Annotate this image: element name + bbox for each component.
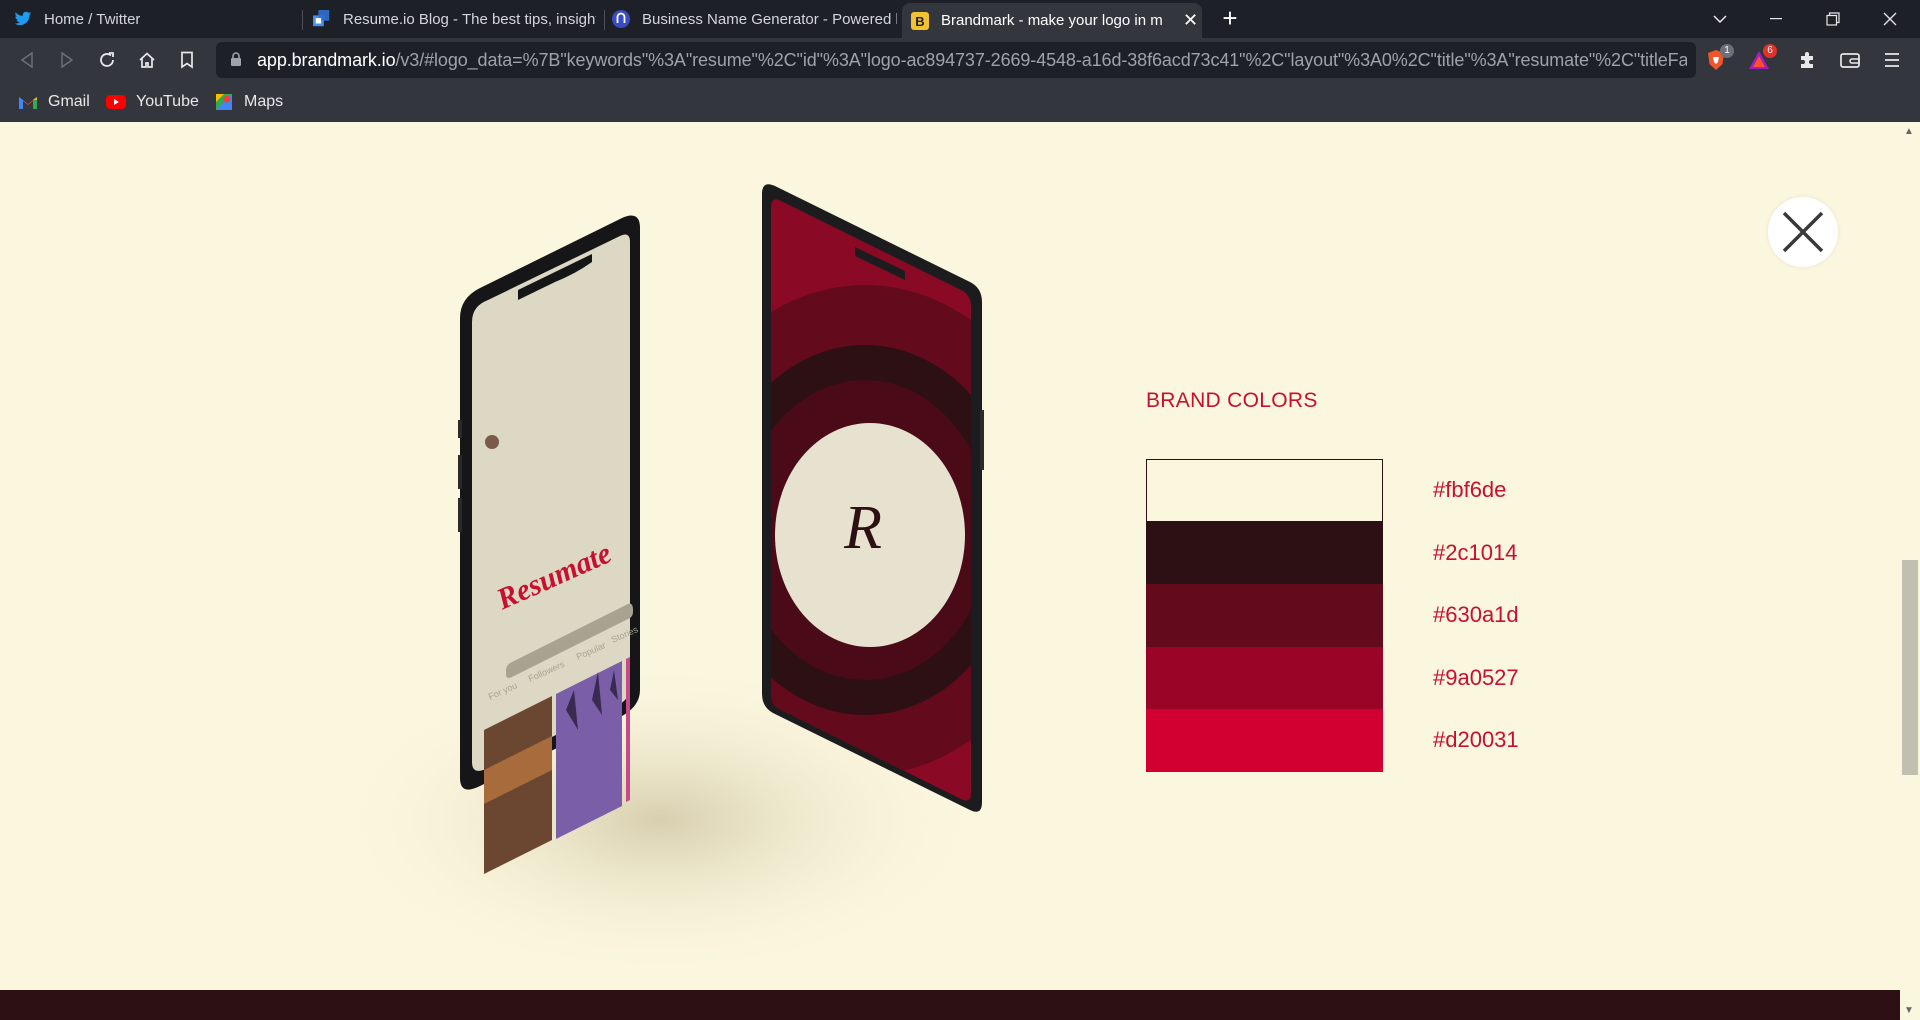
color-hex-label[interactable]: #fbf6de [1433,477,1506,503]
minimize-button[interactable] [1748,0,1804,38]
restore-button[interactable] [1805,0,1861,38]
maps-icon [214,94,234,110]
brandmark-icon: B [911,11,929,30]
close-window-button[interactable] [1862,0,1918,38]
bookmark-label: YouTube [136,93,199,110]
tab-title: Resume.io Blog - The best tips, insights [343,10,596,28]
color-swatch[interactable] [1146,709,1383,772]
twitter-icon [14,10,32,28]
extensions-puzzle-icon[interactable] [1793,46,1821,74]
forward-icon[interactable] [51,44,83,76]
tab-title: Home / Twitter [44,10,141,28]
tab-brandmark[interactable]: B Brandmark - make your logo in m ✕ [902,3,1202,38]
address-bar[interactable]: app.brandmark.io/v3/#logo_data=%7B"keywo… [216,42,1696,78]
close-icon [1782,211,1824,253]
avatar [485,435,499,449]
monogram-text: R [843,494,882,562]
tab-title: Brandmark - make your logo in m [941,12,1163,29]
front-phone: Resumate For you Followers Popular Stori… [458,215,640,874]
rewards-count-badge: 6 [1763,44,1777,58]
color-hex-label[interactable]: #630a1d [1433,602,1519,628]
scroll-down-icon[interactable]: ▼ [1904,1005,1914,1016]
gmail-icon [18,94,38,110]
tab-resumeio[interactable]: Resume.io Blog - The best tips, insights [313,0,596,38]
url-text: app.brandmark.io/v3/#logo_data=%7B"keywo… [257,50,1687,71]
color-hex-label[interactable]: #d20031 [1433,727,1519,753]
scroll-up-icon[interactable]: ▲ [1904,126,1914,137]
back-icon[interactable] [11,44,43,76]
browser-toolbar: app.brandmark.io/v3/#logo_data=%7B"keywo… [0,38,1920,82]
scrollbar-thumb[interactable] [1902,560,1918,775]
tab-business-name-generator[interactable]: Business Name Generator - Powered b [612,0,897,38]
close-modal-button[interactable] [1768,197,1838,267]
color-swatch[interactable] [1146,459,1383,522]
bookmark-youtube[interactable]: YouTube [106,91,199,113]
color-swatch[interactable] [1146,521,1383,585]
reload-icon[interactable] [91,44,123,76]
color-swatch[interactable] [1146,646,1383,710]
brave-rewards-icon[interactable]: 6 [1745,44,1777,74]
color-hex-label[interactable]: #9a0527 [1433,665,1519,691]
tab-close-icon[interactable]: ✕ [1183,10,1198,31]
wallet-icon[interactable] [1836,46,1864,74]
tab-title: Business Name Generator - Powered b [642,10,897,28]
shields-count-badge: 1 [1720,44,1734,58]
footer-strip [0,990,1900,1020]
bookmark-label: Gmail [48,93,90,110]
namelix-icon [612,10,630,28]
home-icon[interactable] [131,44,163,76]
new-tab-button[interactable]: + [1215,4,1245,34]
url-host: app.brandmark.io [257,50,396,70]
phone-mockup-image: R Resumate For you Followers Popular Sto… [330,184,990,970]
brand-colors-title: BRAND COLORS [1146,389,1318,412]
tab-search-chevron-icon[interactable] [1692,0,1748,38]
tab-strip: Home / Twitter Resume.io Blog - The best… [0,0,1920,38]
tab-twitter[interactable]: Home / Twitter [14,0,294,38]
bookmark-icon[interactable] [171,44,203,76]
bookmark-maps[interactable]: Maps [214,91,283,113]
bookmark-gmail[interactable]: Gmail [18,91,90,113]
svg-text:B: B [915,14,924,29]
bookmarks-bar: Gmail YouTube Maps [0,82,1920,122]
brave-shields-icon[interactable]: 1 [1702,44,1734,74]
url-path: /v3/#logo_data=%7B"keywords"%3A"resume"%… [395,50,1687,70]
resumeio-icon [313,10,331,28]
bookmark-label: Maps [244,93,284,110]
menu-icon[interactable] [1878,46,1906,74]
color-swatch[interactable] [1146,584,1383,647]
youtube-icon [106,94,126,110]
lock-icon [230,52,242,72]
color-hex-label[interactable]: #2c1014 [1433,540,1517,566]
